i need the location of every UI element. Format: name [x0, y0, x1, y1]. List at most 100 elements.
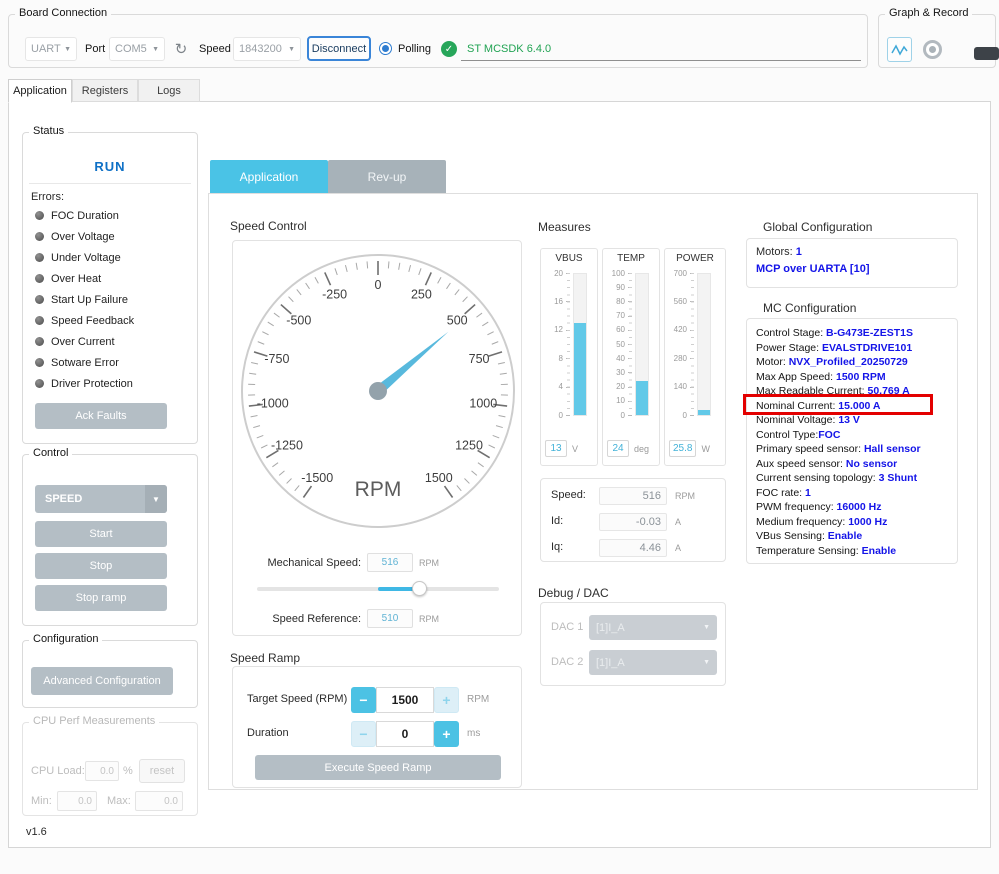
- mc-config-label: Power Stage:: [756, 341, 822, 354]
- target-speed-increment-button[interactable]: +: [434, 687, 459, 713]
- uart-select-value: UART: [31, 43, 61, 55]
- control-mode-select[interactable]: SPEED ▼: [35, 485, 167, 513]
- stop-ramp-button[interactable]: Stop ramp: [35, 585, 167, 611]
- gauge-minor-tick: [366, 261, 369, 269]
- mc-config-value: 1000 Hz: [848, 515, 888, 528]
- error-item: Over Current: [35, 331, 189, 352]
- mc-config-value: 13 V: [838, 414, 860, 426]
- mc-config-line: Current sensing topology: 3 Shunt: [756, 472, 917, 486]
- error-led-icon: [35, 337, 44, 346]
- gauge-title: VBUS: [555, 253, 583, 264]
- speed-reference-slider[interactable]: [257, 581, 499, 597]
- error-led-icon: [35, 295, 44, 304]
- mc-config-value: B-G473E-ZEST1S: [826, 327, 913, 339]
- dac1-select[interactable]: [1]I_A ▼: [589, 615, 717, 640]
- graph-record-title: Graph & Record: [885, 7, 973, 19]
- tab-application[interactable]: Application: [8, 79, 72, 103]
- duration-value[interactable]: 0: [376, 721, 434, 747]
- debug-dac-box: DAC 1 [1]I_A ▼ DAC 2 [1]I_A ▼: [540, 602, 726, 686]
- tick-label: 12: [554, 325, 563, 335]
- mc-config-line: Control Type:FOC: [756, 429, 840, 443]
- error-led-icon: [35, 232, 44, 241]
- advanced-configuration-button[interactable]: Advanced Configuration: [31, 667, 173, 695]
- error-label: Sotware Error: [51, 356, 119, 369]
- mc-config-value: 1500 RPM: [835, 370, 886, 383]
- baudrate-select[interactable]: 1843200 ▼: [233, 37, 301, 61]
- gauge-unit: deg: [634, 443, 650, 454]
- version-label: v1.6: [26, 826, 47, 838]
- mc-config-value: No sensor: [845, 457, 898, 470]
- tick-label: 20: [616, 382, 625, 392]
- mc-config-line: Power Stage: EVALSTDRIVE101: [756, 342, 912, 356]
- duration-increment-button[interactable]: +: [434, 721, 459, 747]
- error-label: Over Current: [51, 335, 115, 348]
- mc-config-line: VBus Sensing: Enable: [756, 530, 862, 544]
- port-select[interactable]: COM5 ▼: [109, 37, 165, 61]
- mc-config-label: Max App Speed:: [756, 370, 836, 383]
- dac2-select-value: [1]I_A: [596, 656, 625, 669]
- gauge-value-row: 13 V: [545, 440, 578, 457]
- start-button[interactable]: Start: [35, 521, 167, 547]
- readout-value: -0.03: [599, 513, 667, 531]
- gauge-bar-track: [697, 273, 711, 416]
- measure-gauge-power: POWER 700 560 420 280 140 0 25.8 W: [664, 248, 726, 466]
- duration-decrement-button[interactable]: −: [351, 721, 376, 747]
- cpu-reset-button[interactable]: reset: [139, 759, 185, 783]
- tick-label: 90: [616, 282, 625, 292]
- tab-registers[interactable]: Registers: [72, 79, 138, 102]
- gauge-unit-label: RPM: [355, 478, 402, 501]
- mc-config-label: Motor:: [756, 356, 789, 368]
- gauge-bar-track: [635, 273, 649, 416]
- gauge-tick-label: 1250: [455, 438, 483, 452]
- polling-radio-dot: [382, 45, 389, 52]
- target-speed-value[interactable]: 1500: [376, 687, 434, 713]
- tab-logs[interactable]: Logs: [138, 79, 200, 102]
- speed-gauge: -1500 -1250 -1000 -750 -500 -250 0 250 500 750 100…: [238, 251, 518, 531]
- ack-faults-button[interactable]: Ack Faults: [35, 403, 167, 429]
- execute-speed-ramp-button[interactable]: Execute Speed Ramp: [255, 755, 501, 780]
- gauge-tick-label: 1500: [425, 471, 453, 485]
- stop-button[interactable]: Stop: [35, 553, 167, 579]
- target-speed-decrement-button[interactable]: −: [351, 687, 376, 713]
- mc-config-value: 16000 Hz: [836, 501, 882, 513]
- gauge-title: TEMP: [617, 253, 645, 264]
- control-title: Control: [29, 447, 73, 459]
- connection-ok-icon: ✓: [441, 41, 457, 57]
- configuration-group: Configuration Advanced Configuration: [22, 633, 198, 708]
- cpu-load-label: CPU Load:: [31, 765, 85, 777]
- graph-button[interactable]: [887, 37, 912, 62]
- tick-label: 70: [616, 311, 625, 321]
- motors-label: Motors:: [756, 246, 796, 258]
- center-tab-revup[interactable]: Rev-up: [328, 160, 446, 193]
- gauge-bar-fill: [698, 409, 710, 415]
- gauge-tick-label: -1500: [301, 471, 333, 485]
- baudrate-select-value: 1843200: [239, 43, 282, 55]
- refresh-ports-button[interactable]: ↻: [171, 39, 191, 59]
- gauge-unit: V: [572, 443, 579, 454]
- cpu-load-value: 0.0: [85, 761, 119, 781]
- error-led-icon: [35, 274, 44, 283]
- center-tab-application[interactable]: Application: [210, 160, 328, 193]
- firmware-status-text: ST MCSDK 6.4.0: [467, 42, 552, 55]
- gauge-unit: W: [701, 443, 710, 454]
- polling-label: Polling: [398, 43, 432, 55]
- gauge-value: 25.8: [669, 440, 697, 457]
- mc-config-line: Control Stage: B-G473E-ZEST1S: [756, 327, 913, 341]
- dac2-label: DAC 2: [551, 656, 584, 668]
- dac2-select[interactable]: [1]I_A ▼: [589, 650, 717, 675]
- slider-handle[interactable]: [411, 581, 427, 596]
- mc-config-value: Enable: [827, 530, 863, 542]
- record-button[interactable]: [923, 40, 942, 59]
- gauge-bar-fill: [636, 381, 648, 415]
- uart-select[interactable]: UART ▼: [25, 37, 77, 61]
- polling-radio[interactable]: [379, 42, 392, 55]
- board-connection-title: Board Connection: [15, 7, 112, 19]
- error-item: Over Heat: [35, 268, 189, 289]
- tick-mark: [690, 415, 694, 416]
- center-tab-label: Rev-up: [367, 169, 407, 184]
- mc-config-label: Current sensing topology:: [756, 472, 879, 484]
- disconnect-button[interactable]: Disconnect: [307, 36, 371, 61]
- mc-config-label: Medium frequency:: [756, 515, 849, 528]
- mc-config-value: Enable: [861, 544, 897, 557]
- mc-config-value: 1: [805, 486, 811, 499]
